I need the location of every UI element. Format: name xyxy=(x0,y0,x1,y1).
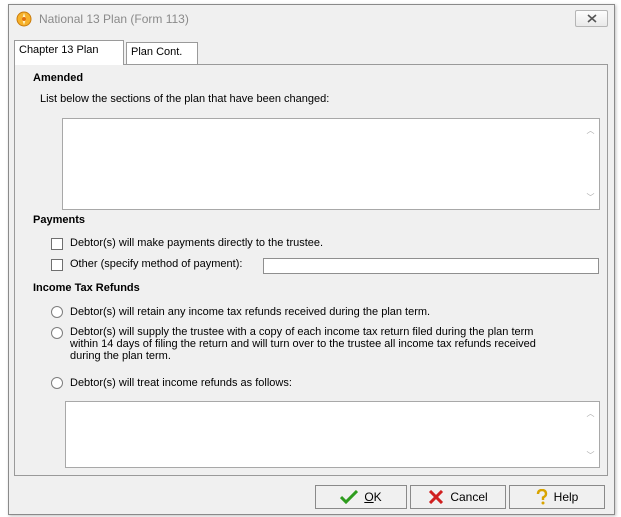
cancel-label: Cancel xyxy=(450,490,488,504)
window-title: National 13 Plan (Form 113) xyxy=(39,12,189,26)
dialog-window: National 13 Plan (Form 113) Chapter 13 P… xyxy=(8,4,615,515)
tab-plan-cont[interactable]: Plan Cont. xyxy=(126,42,198,64)
ok-button[interactable]: OK xyxy=(315,485,407,509)
ok-label-rest: K xyxy=(373,490,382,504)
treat-refunds-label: Debtor(s) will treat income refunds as f… xyxy=(70,377,292,389)
app-icon xyxy=(16,11,32,27)
supply-returns-label: Debtor(s) will supply the trustee with a… xyxy=(70,326,536,362)
close-button[interactable] xyxy=(575,10,608,27)
retain-refunds-radio[interactable] xyxy=(51,306,63,318)
supply-returns-line: Debtor(s) will supply the trustee with a… xyxy=(70,326,534,338)
scroll-up-icon[interactable]: ︿ xyxy=(586,126,595,135)
tab-chapter-13-plan[interactable]: Chapter 13 Plan xyxy=(14,40,124,65)
ok-label: OK xyxy=(364,490,381,504)
tab-label: Plan Cont. xyxy=(131,46,183,58)
tab-label: Chapter 13 Plan xyxy=(19,44,99,56)
help-button[interactable]: Help xyxy=(509,485,605,509)
treat-refunds-radio[interactable] xyxy=(51,377,63,389)
pay-trustee-label: Debtor(s) will make payments directly to… xyxy=(70,237,324,249)
ok-mnemonic: O xyxy=(364,490,374,504)
amended-instruction: List below the sections of the plan that… xyxy=(40,93,330,105)
amended-heading: Amended xyxy=(33,72,84,84)
supply-returns-line: within 14 days of filing the return and … xyxy=(70,338,536,350)
supply-returns-radio[interactable] xyxy=(51,327,63,339)
payments-heading: Payments xyxy=(33,214,85,226)
amended-textarea[interactable]: ︿ ﹀ xyxy=(62,118,600,210)
red-x-icon xyxy=(429,490,444,504)
pay-other-input[interactable] xyxy=(263,258,599,274)
pay-other-checkbox[interactable] xyxy=(51,259,63,271)
pay-other-label: Other (specify method of payment): xyxy=(70,258,243,270)
title-bar[interactable]: National 13 Plan (Form 113) xyxy=(9,5,614,33)
help-question-icon xyxy=(536,489,547,505)
help-label: Help xyxy=(553,490,579,504)
close-icon xyxy=(586,14,597,23)
scroll-up-icon[interactable]: ︿ xyxy=(586,409,595,418)
scrollbar[interactable]: ︿ ﹀ xyxy=(582,402,599,467)
supply-returns-line: during the plan term. xyxy=(70,350,171,362)
scroll-down-icon[interactable]: ﹀ xyxy=(586,451,595,460)
tab-panel: Amended List below the sections of the p… xyxy=(14,64,608,476)
treat-refunds-textarea[interactable]: ︿ ﹀ xyxy=(65,401,600,468)
pay-trustee-checkbox[interactable] xyxy=(51,238,63,250)
scroll-down-icon[interactable]: ﹀ xyxy=(586,193,595,202)
income-tax-heading: Income Tax Refunds xyxy=(33,282,140,294)
retain-refunds-label: Debtor(s) will retain any income tax ref… xyxy=(70,306,431,318)
cancel-button[interactable]: Cancel xyxy=(410,485,506,509)
scrollbar[interactable]: ︿ ﹀ xyxy=(582,119,599,209)
checkmark-icon xyxy=(340,490,359,504)
